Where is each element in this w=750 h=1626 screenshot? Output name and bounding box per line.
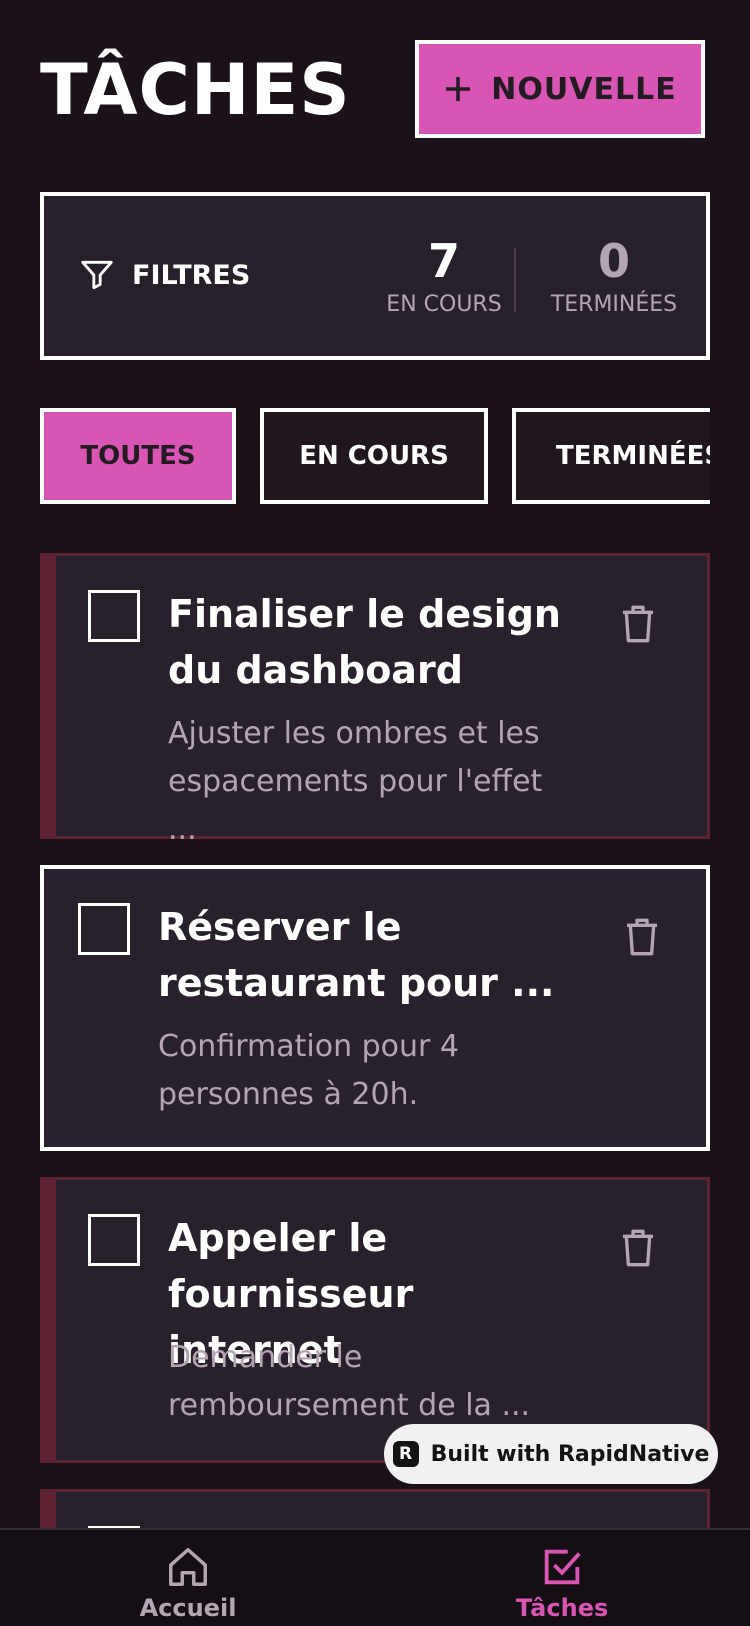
new-task-label: NOUVELLE <box>491 71 677 107</box>
rapidnative-logo-icon: R <box>392 1441 419 1467</box>
nav-item-tasks[interactable]: Tâches <box>472 1544 652 1622</box>
tab-in-progress[interactable]: EN COURS <box>260 408 488 504</box>
nav-label-home: Accueil <box>139 1594 237 1622</box>
done-stat: 0 TERMINÉES <box>534 234 694 317</box>
task-description: Confirmation pour 4 personnes à 20h. <box>158 1029 459 1112</box>
filter-icon <box>81 260 113 290</box>
task-title: Réserver le restaurant pour ... <box>158 905 555 1005</box>
nav-label-tasks: Tâches <box>515 1594 609 1622</box>
home-icon <box>169 1548 207 1586</box>
badge-label: Built with RapidNative <box>430 1441 710 1467</box>
in-progress-stat: 7 EN COURS <box>364 234 524 317</box>
built-with-badge[interactable]: R Built with RapidNative <box>384 1424 718 1484</box>
tab-done[interactable]: TERMINÉES <box>512 408 710 504</box>
tab-all[interactable]: TOUTES <box>40 408 236 504</box>
checkbox-icon <box>544 1549 581 1585</box>
in-progress-count: 7 <box>427 234 460 288</box>
page-title: TÂCHES <box>40 49 351 131</box>
task-title: Finaliser le design du dashboard <box>168 592 561 692</box>
filters-label: FILTRES <box>132 259 251 291</box>
task-card[interactable]: Réserver le restaurant pour ... Confirma… <box>40 865 710 1151</box>
task-checkbox[interactable] <box>88 590 140 642</box>
done-label: TERMINÉES <box>550 292 678 317</box>
done-count: 0 <box>597 234 630 288</box>
bottom-nav: Accueil Tâches <box>0 1528 750 1626</box>
in-progress-label: EN COURS <box>386 292 502 317</box>
new-task-button[interactable]: NOUVELLE <box>415 40 705 138</box>
task-description: Demander le remboursement de la ... <box>168 1340 531 1423</box>
task-card[interactable]: Appeler le fournisseur internet Demander… <box>40 1177 710 1463</box>
filter-tabs: TOUTES EN COURS TERMINÉES <box>40 408 710 504</box>
trash-icon[interactable] <box>618 1226 658 1270</box>
trash-icon[interactable] <box>622 915 662 959</box>
task-checkbox[interactable] <box>78 903 130 955</box>
stat-divider <box>514 248 516 312</box>
task-description: Ajuster les ombres et les espacements po… <box>168 716 543 847</box>
task-card[interactable]: Finaliser le design du dashboard Ajuster… <box>40 553 710 847</box>
nav-item-home[interactable]: Accueil <box>98 1544 278 1622</box>
filters-button[interactable]: FILTRES <box>78 256 250 294</box>
plus-icon <box>446 77 471 101</box>
stats-panel: FILTRES 7 EN COURS 0 TERMINÉES <box>40 192 710 360</box>
trash-icon[interactable] <box>618 602 658 646</box>
task-checkbox[interactable] <box>88 1214 140 1266</box>
